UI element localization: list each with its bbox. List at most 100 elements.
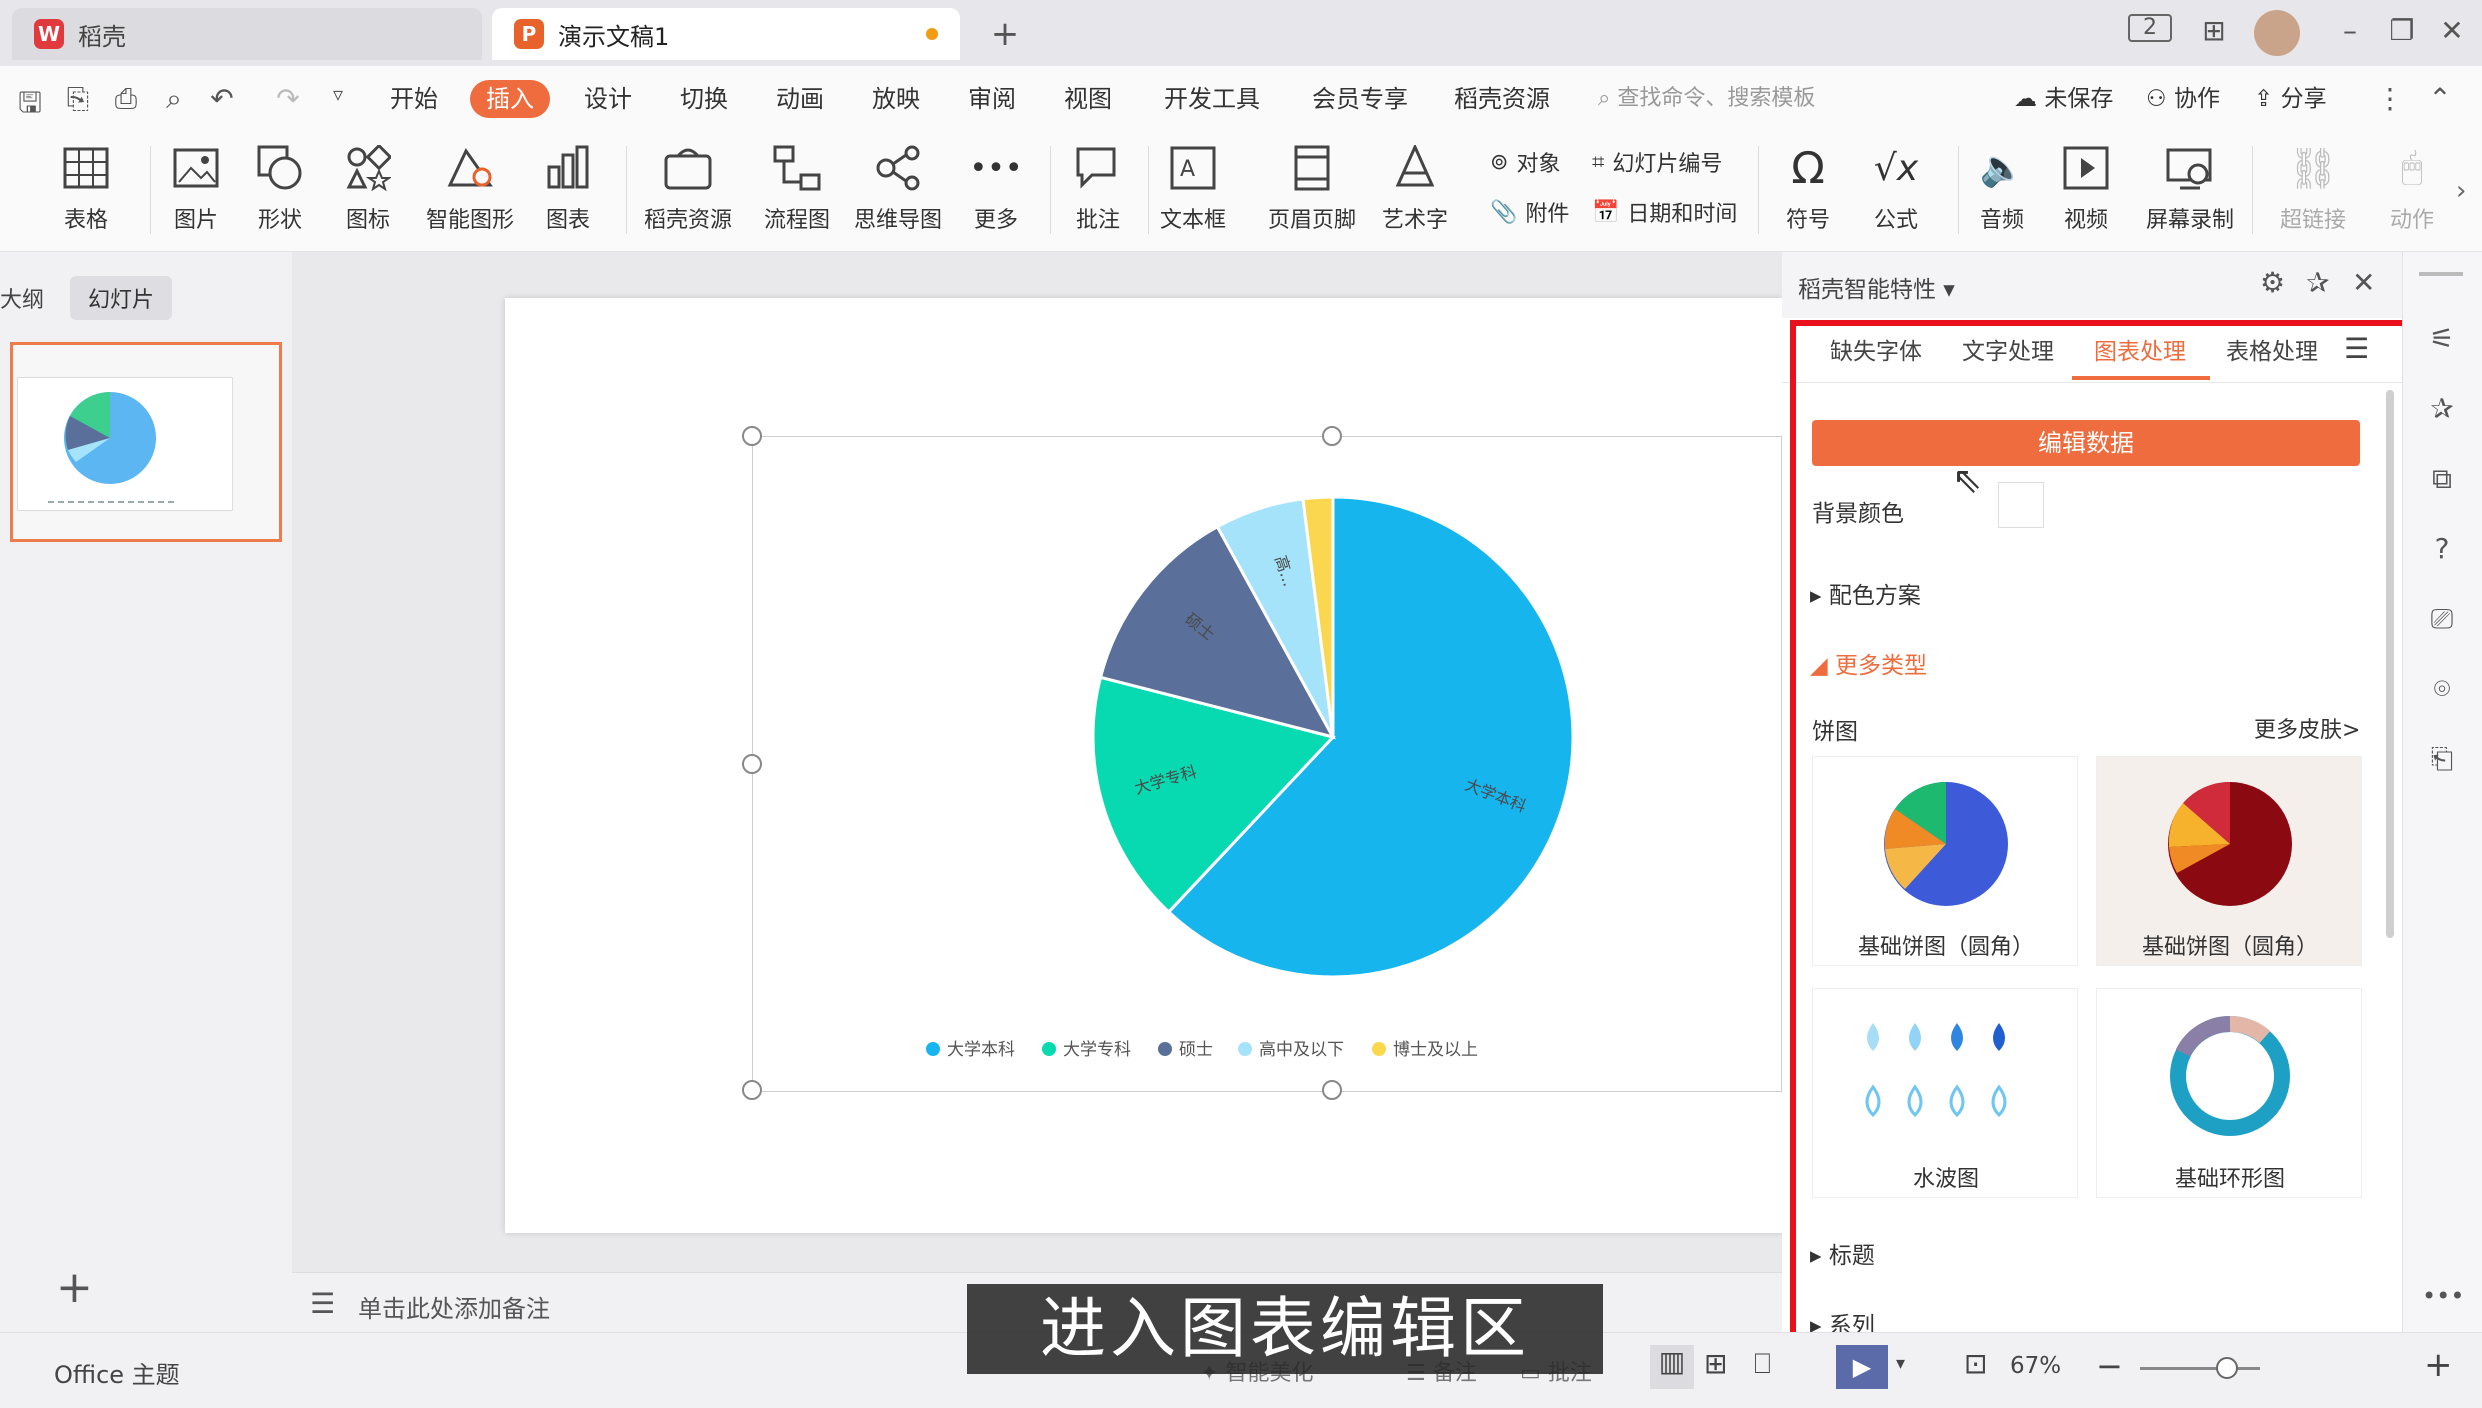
minimize-icon[interactable]: – — [2330, 14, 2370, 47]
header-footer-button[interactable]: 页眉页脚 — [1268, 140, 1356, 234]
legend-item-2[interactable]: 大学专科 — [1042, 1040, 1131, 1060]
insert-icon-button[interactable]: 图标 — [340, 140, 396, 234]
pin-icon[interactable]: ✰ — [2306, 266, 2329, 299]
close-window-icon[interactable]: ✕ — [2432, 14, 2472, 47]
menu-animation[interactable]: 动画 — [776, 80, 824, 118]
menu-developer[interactable]: 开发工具 — [1164, 80, 1260, 118]
redo-icon[interactable]: ↷ — [270, 82, 306, 115]
split-view-icon[interactable]: 2 — [2128, 14, 2172, 42]
insert-table-button[interactable]: 表格 — [58, 140, 114, 234]
menu-member[interactable]: 会员专享 — [1312, 80, 1408, 118]
insert-chart-button[interactable]: 图表 — [540, 140, 596, 234]
unsaved-status[interactable]: ☁ 未保存 — [2014, 80, 2113, 118]
insert-textbox-button[interactable]: A 文本框 — [1160, 140, 1226, 234]
play-slideshow-button[interactable]: ▶ — [1836, 1345, 1888, 1389]
print-icon[interactable]: ⎙ — [108, 82, 144, 116]
star-icon[interactable]: ✰ — [2422, 392, 2462, 432]
slide-number-button[interactable]: ⌗ 幻灯片编号 — [1592, 146, 1722, 178]
adjust-sliders-icon[interactable]: ⚟ — [2422, 322, 2462, 362]
insert-audio-button[interactable]: 🔈 音频 — [1974, 140, 2030, 234]
hyperlink-button[interactable]: ⛓ 超链接 — [2280, 140, 2346, 234]
settings-gear-icon[interactable]: ⚙ — [2260, 266, 2285, 299]
book-icon[interactable]: ⎗ — [2422, 742, 2462, 782]
screen-record-button[interactable]: 屏幕录制 — [2146, 140, 2234, 234]
resize-handle-left[interactable] — [742, 754, 762, 774]
tab-slides[interactable]: 幻灯片 — [70, 276, 173, 320]
menu-slideshow[interactable]: 放映 — [872, 80, 920, 118]
chart-object[interactable]: 大学本科 大学专科 硕士 高... 大学本科 大学专科 硕士 高中及以下 博士及以上 — [752, 436, 1782, 1092]
new-tab-icon[interactable]: + — [985, 14, 1025, 54]
wordart-button[interactable]: 艺术字 — [1382, 140, 1448, 234]
action-button[interactable]: 🖱 动作 — [2384, 140, 2440, 234]
date-time-button[interactable]: 📅 日期和时间 — [1592, 196, 1737, 228]
collapse-ribbon-icon[interactable]: ⌃ — [2422, 82, 2458, 115]
insert-picture-button[interactable]: 图片 — [168, 140, 224, 234]
avatar[interactable] — [2254, 10, 2300, 56]
flowchart-button[interactable]: 流程图 — [764, 140, 830, 234]
help-icon[interactable]: ? — [2422, 532, 2462, 572]
pie-chart[interactable]: 大学本科大学专科硕士高...大学本科 大学专科 硕士 高中及以下 博士及以上 — [753, 437, 1783, 1093]
insert-smartart-button[interactable]: 智能图形 — [426, 140, 514, 234]
tab-presentation[interactable]: P 演示文稿1 — [492, 8, 960, 60]
image-edit-icon[interactable]: ⎚ — [2422, 602, 2462, 642]
mindmap-button[interactable]: 思维导图 — [854, 140, 942, 234]
more-vertical-icon[interactable]: ⋮ — [2372, 82, 2408, 115]
zoom-level[interactable]: 67% — [2010, 1353, 2061, 1379]
add-slide-icon[interactable]: + — [56, 1262, 93, 1313]
resize-handle-bottom-left[interactable] — [742, 1080, 762, 1100]
more-insert-button[interactable]: ••• 更多 — [968, 140, 1024, 234]
insert-object-button[interactable]: ⊚ 对象 — [1490, 146, 1560, 178]
zoom-slider-thumb[interactable] — [2216, 1357, 2238, 1379]
label: 对象 — [1516, 152, 1561, 177]
save-icon[interactable]: 🖫 — [12, 82, 48, 130]
zoom-out-icon[interactable]: − — [2096, 1347, 2123, 1385]
zoom-slider-track[interactable] — [2140, 1367, 2260, 1370]
normal-view-icon[interactable]: ▥ — [1650, 1345, 1694, 1389]
attachment-button[interactable]: 📎 附件 — [1490, 196, 1569, 228]
menu-insert[interactable]: 插入 — [470, 80, 550, 118]
legend-item-3[interactable]: 硕士 — [1158, 1040, 1213, 1060]
panel-title[interactable]: 稻壳智能特性 ▾ — [1798, 270, 1955, 304]
insert-video-button[interactable]: 视频 — [2058, 140, 2114, 234]
apps-grid-icon[interactable]: ⊞ — [2194, 14, 2234, 47]
restore-icon[interactable]: ❐ — [2382, 14, 2422, 47]
fit-window-icon[interactable]: ⊡ — [1964, 1347, 1987, 1380]
legend-item-5[interactable]: 博士及以上 — [1372, 1040, 1478, 1060]
copy-icon[interactable]: ⧉ — [2422, 462, 2462, 502]
undo-icon[interactable]: ↶ — [204, 82, 240, 115]
docer-resources-button[interactable]: 稻壳资源 — [644, 140, 732, 234]
tab-docer-home[interactable]: W 稻壳 — [12, 8, 482, 60]
mindmap-icon — [870, 140, 926, 196]
export-icon[interactable]: ⎘ — [60, 82, 96, 116]
zoom-in-icon[interactable]: + — [2424, 1345, 2453, 1385]
tab-outline[interactable]: 大纲 — [0, 282, 44, 314]
reading-view-icon[interactable]: ⎕ — [1754, 1347, 1771, 1381]
menu-design[interactable]: 设计 — [584, 80, 632, 118]
collab-button[interactable]: ⚇ 协作 — [2146, 80, 2220, 118]
resize-handle-top[interactable] — [1322, 426, 1342, 446]
command-search[interactable]: ⌕ 查找命令、搜索模板 — [1598, 80, 1815, 118]
customize-toolbar-icon[interactable]: ▿ — [320, 82, 356, 106]
insert-comment-button[interactable]: 批注 — [1070, 140, 1126, 234]
slide-thumbnail-1[interactable] — [10, 342, 282, 542]
more-horizontal-icon[interactable]: ••• — [2422, 1282, 2464, 1322]
resize-handle-bottom[interactable] — [1322, 1080, 1342, 1100]
insert-formula-button[interactable]: √x 公式 — [1868, 140, 1924, 234]
close-panel-icon[interactable]: ✕ — [2352, 266, 2375, 299]
share-button[interactable]: ⇪ 分享 — [2254, 80, 2327, 118]
location-icon[interactable]: ⌾ — [2422, 672, 2462, 712]
menu-review[interactable]: 审阅 — [968, 80, 1016, 118]
print-preview-icon[interactable]: ⌕ — [156, 82, 192, 116]
menu-view[interactable]: 视图 — [1064, 80, 1112, 118]
menu-transition[interactable]: 切换 — [680, 80, 728, 118]
ribbon-scroll-right-icon[interactable]: › — [2456, 176, 2466, 206]
insert-shape-button[interactable]: 形状 — [252, 140, 308, 234]
insert-symbol-button[interactable]: Ω 符号 — [1780, 140, 1836, 234]
menu-docer-resources[interactable]: 稻壳资源 — [1454, 80, 1550, 118]
slide-sorter-icon[interactable]: ⊞ — [1704, 1347, 1727, 1380]
play-options-icon[interactable]: ▾ — [1896, 1353, 1905, 1374]
menu-start[interactable]: 开始 — [390, 80, 438, 118]
legend-item-1[interactable]: 大学本科 — [926, 1040, 1015, 1060]
resize-handle-top-left[interactable] — [742, 426, 762, 446]
legend-item-4[interactable]: 高中及以下 — [1238, 1040, 1344, 1060]
